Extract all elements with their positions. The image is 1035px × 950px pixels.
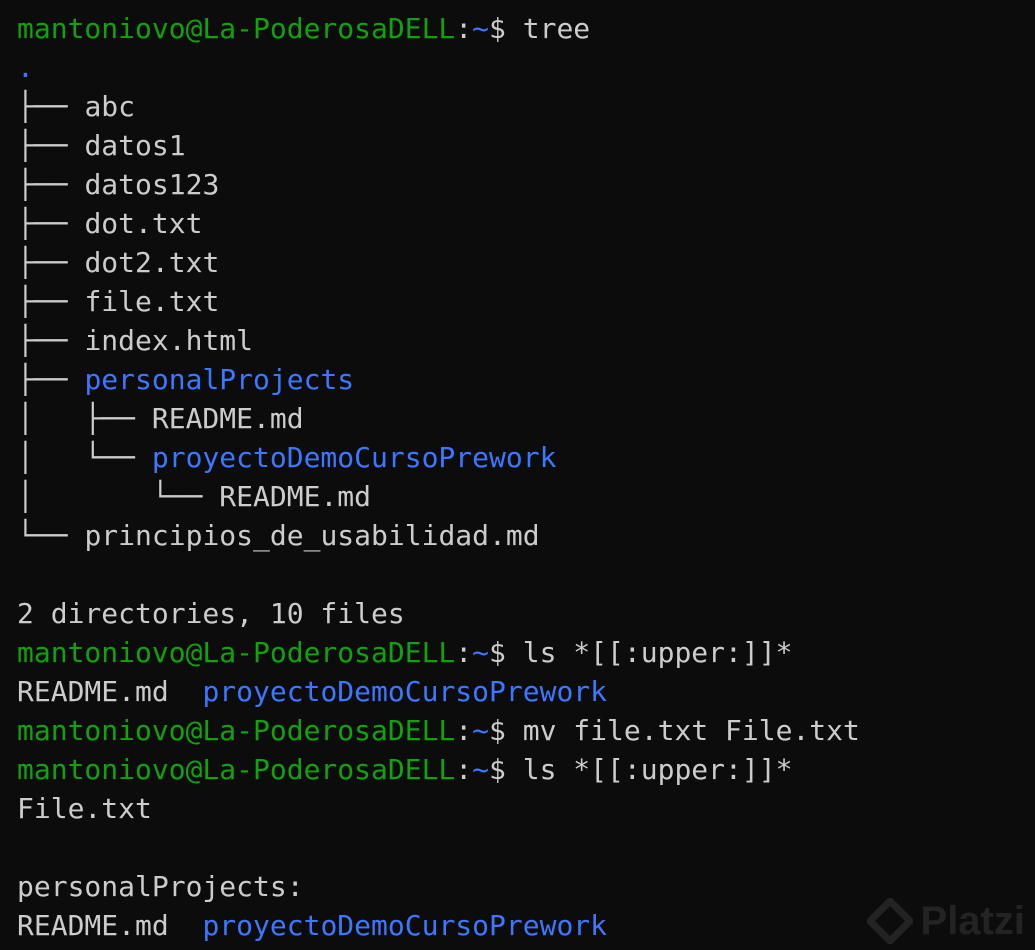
directory-name: personalProjects xyxy=(84,363,355,396)
command-text: $ ls *[[:upper:]]* xyxy=(489,636,793,669)
prompt-user-host: mantoniovo@La-PoderosaDELL xyxy=(17,714,456,747)
terminal-line-tree-entry: │ └── proyectoDemoCursoPrework xyxy=(17,438,1035,477)
terminal-line-tree-entry: │ ├── README.md xyxy=(17,399,1035,438)
file-name: file.txt xyxy=(84,285,220,318)
terminal-line-tree-entry: ├── dot.txt xyxy=(17,204,1035,243)
tree-branch: ├── xyxy=(17,324,85,357)
terminal-line-output: File.txt xyxy=(17,789,1035,828)
terminal-line-prompt: mantoniovo@La-PoderosaDELL:~$ ls *[[:upp… xyxy=(17,633,1035,672)
prompt-user-host: mantoniovo@La-PoderosaDELL xyxy=(17,12,456,45)
tree-branch: ├── xyxy=(17,168,85,201)
tree-summary: 2 directories, 10 files xyxy=(17,597,405,630)
file-name: dot.txt xyxy=(84,207,203,240)
directory-name: proyectoDemoCursoPrework xyxy=(202,675,608,708)
terminal-line-prompt: mantoniovo@La-PoderosaDELL:~$ ls *[[:upp… xyxy=(17,750,1035,789)
terminal-output: mantoniovo@La-PoderosaDELL:~$ tree. ├── a… xyxy=(17,9,1035,945)
file-name: index.html xyxy=(84,324,254,357)
tree-branch: │ ├── xyxy=(17,402,152,435)
tree-branch: ├── xyxy=(17,246,85,279)
command-text: $ tree xyxy=(489,12,591,45)
prompt-separator: : xyxy=(455,12,473,45)
directory-name: . xyxy=(17,51,34,84)
prompt-path: ~ xyxy=(472,753,490,786)
file-name: README.md xyxy=(17,675,203,708)
platzi-watermark: Platzi xyxy=(866,898,1025,944)
platzi-logo-icon xyxy=(866,898,913,944)
terminal-line-tree-entry: │ └── README.md xyxy=(17,477,1035,516)
tree-branch: └── xyxy=(17,519,85,552)
file-name: abc xyxy=(84,90,136,123)
terminal-line-tree-entry: ├── file.txt xyxy=(17,282,1035,321)
terminal-line-tree-entry: ├── datos1 xyxy=(17,126,1035,165)
tree-branch: │ └── xyxy=(17,480,220,513)
directory-name: proyectoDemoCursoPrework xyxy=(151,441,557,474)
tree-branch: ├── xyxy=(17,90,85,123)
terminal-line-prompt: mantoniovo@La-PoderosaDELL:~$ mv file.tx… xyxy=(17,711,1035,750)
directory-heading: personalProjects: xyxy=(17,870,304,903)
prompt-user-host: mantoniovo@La-PoderosaDELL xyxy=(17,753,456,786)
command-text: $ ls *[[:upper:]]* xyxy=(489,753,793,786)
prompt-separator: : xyxy=(455,753,473,786)
prompt-path: ~ xyxy=(472,12,490,45)
terminal-window[interactable]: mantoniovo@La-PoderosaDELL:~$ tree. ├── a… xyxy=(0,0,1035,950)
terminal-line-output: README.md proyectoDemoCursoPrework xyxy=(17,672,1035,711)
terminal-line-tree-entry: └── principios_de_usabilidad.md xyxy=(17,516,1035,555)
tree-branch: │ └── xyxy=(17,441,152,474)
tree-branch: ├── xyxy=(17,363,85,396)
terminal-line-tree-entry: ├── dot2.txt xyxy=(17,243,1035,282)
file-name: README.md xyxy=(219,480,372,513)
terminal-line-tree-entry: ├── index.html xyxy=(17,321,1035,360)
tree-branch: ├── xyxy=(17,129,85,162)
directory-name: proyectoDemoCursoPrework xyxy=(202,909,608,942)
terminal-line-tree-entry: . xyxy=(17,48,1035,87)
tree-branch: ├── xyxy=(17,207,85,240)
prompt-path: ~ xyxy=(472,636,490,669)
prompt-path: ~ xyxy=(472,714,490,747)
prompt-user-host: mantoniovo@La-PoderosaDELL xyxy=(17,636,456,669)
prompt-separator: : xyxy=(455,714,473,747)
terminal-line-tree-entry: ├── datos123 xyxy=(17,165,1035,204)
tree-branch: ├── xyxy=(17,285,85,318)
terminal-line-tree-entry: ├── abc xyxy=(17,87,1035,126)
file-name: principios_de_usabilidad.md xyxy=(84,519,540,552)
terminal-line-prompt: mantoniovo@La-PoderosaDELL:~$ tree xyxy=(17,9,1035,48)
command-text: $ mv file.txt File.txt xyxy=(489,714,860,747)
file-name: datos1 xyxy=(84,129,186,162)
prompt-separator: : xyxy=(455,636,473,669)
file-name: File.txt xyxy=(17,792,152,825)
terminal-line-summary: 2 directories, 10 files xyxy=(17,594,1035,633)
watermark-text: Platzi xyxy=(920,898,1025,943)
file-name: datos123 xyxy=(84,168,220,201)
file-name: README.md xyxy=(151,402,304,435)
file-name: dot2.txt xyxy=(84,246,220,279)
file-name: README.md xyxy=(17,909,203,942)
terminal-line-tree-entry: ├── personalProjects xyxy=(17,360,1035,399)
